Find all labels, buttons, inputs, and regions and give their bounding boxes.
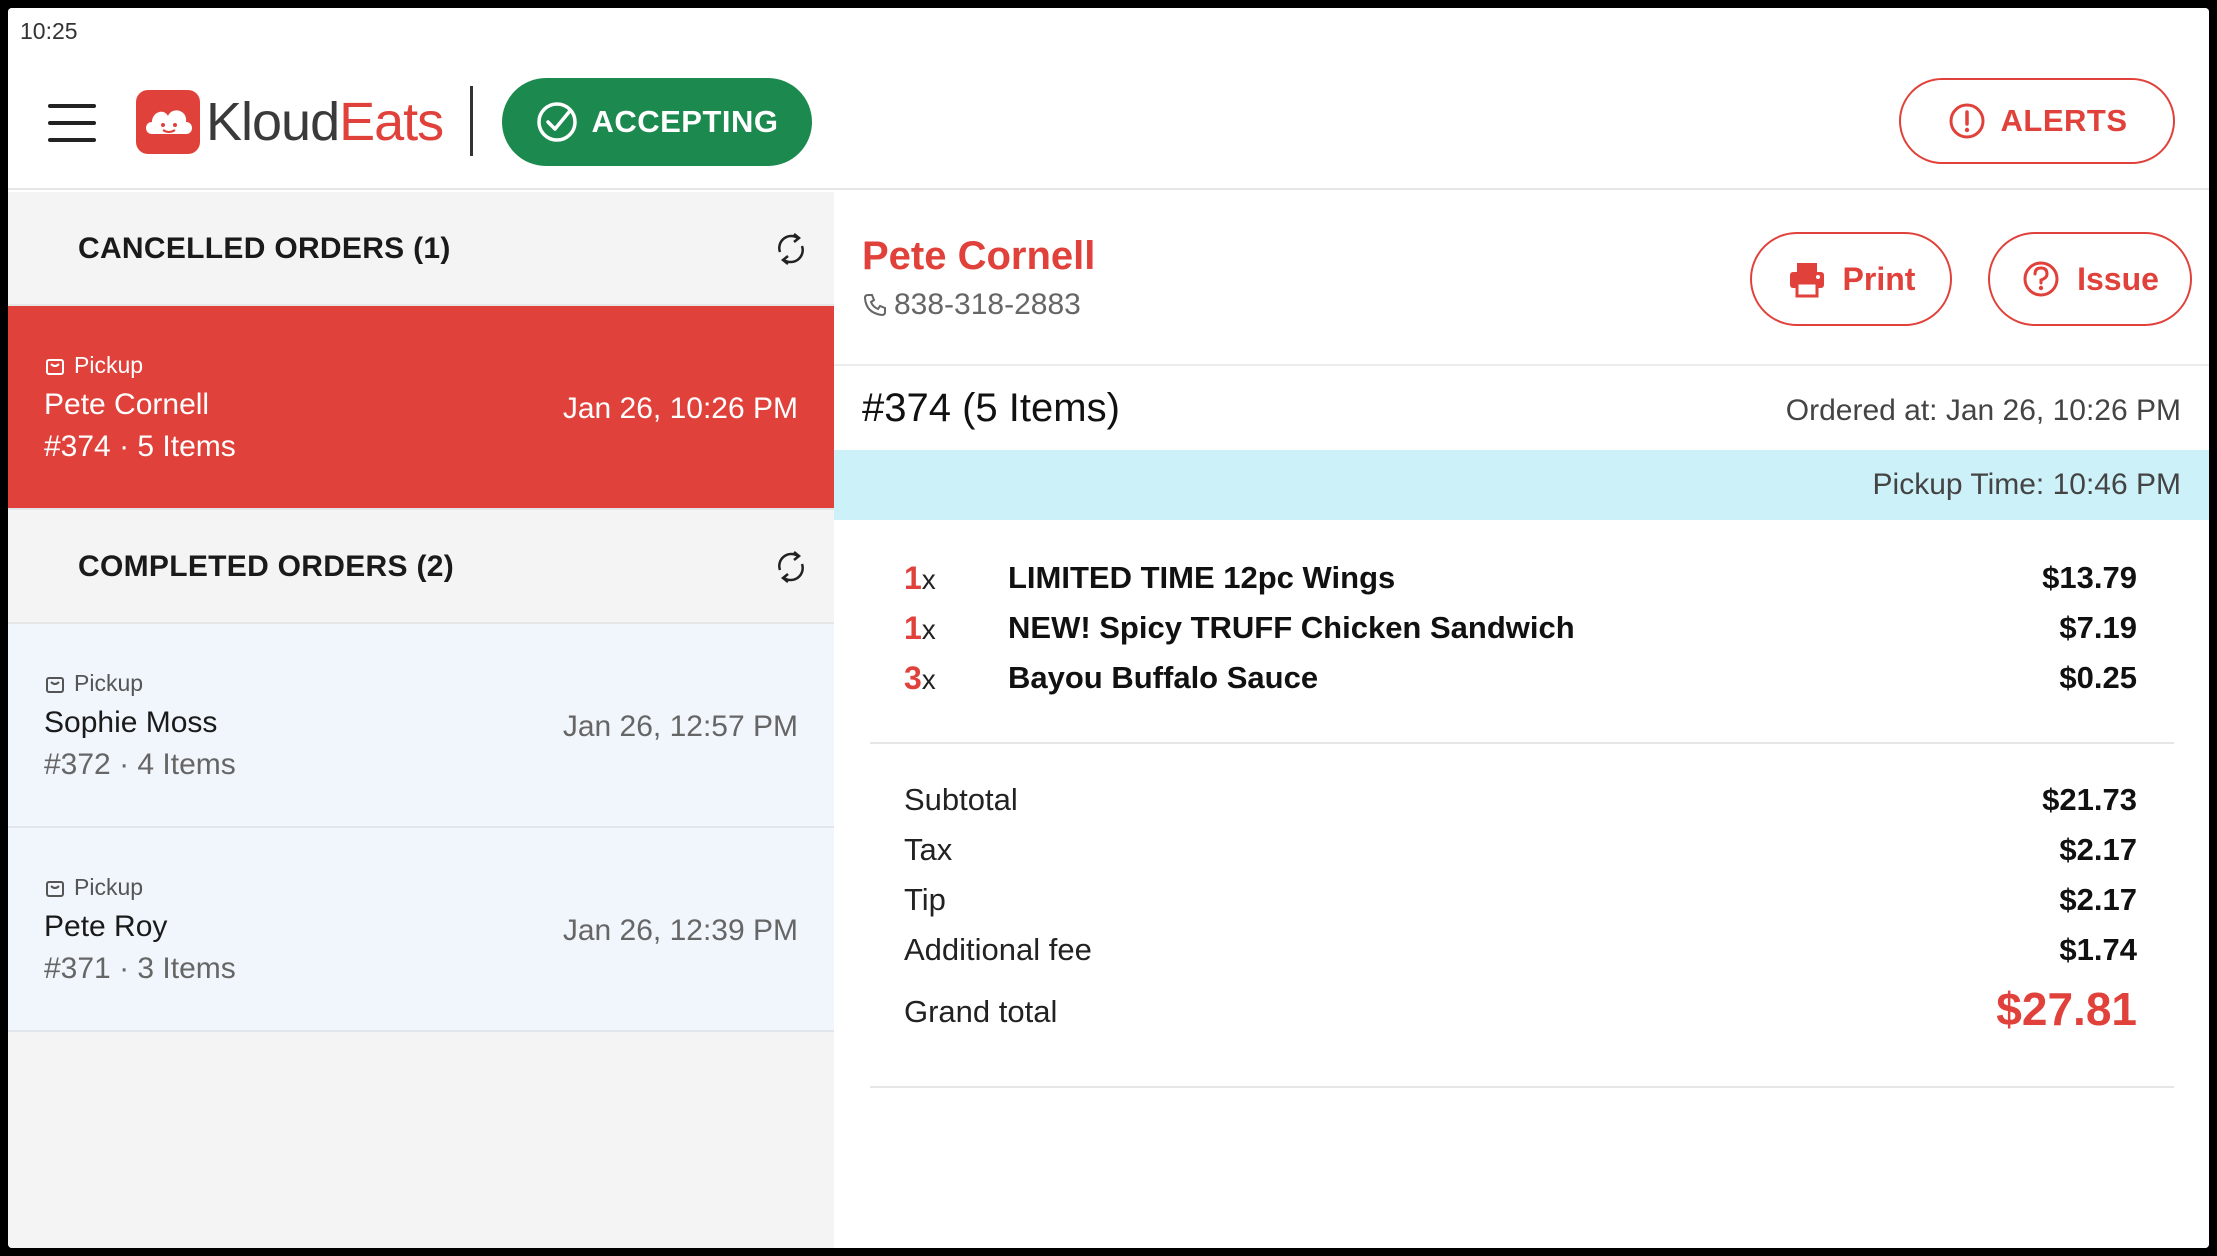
tax-value: $2.17 bbox=[2059, 832, 2137, 867]
kloudeats-logo: KloudEats bbox=[136, 82, 444, 162]
refresh-icon[interactable] bbox=[772, 230, 810, 273]
subtotal-value: $21.73 bbox=[2042, 782, 2137, 817]
order-number: #374 (5 Items) bbox=[862, 386, 1120, 430]
item-price: $13.79 bbox=[2042, 560, 2137, 595]
header-divider bbox=[470, 86, 473, 156]
item-name: LIMITED TIME 12pc Wings bbox=[1008, 560, 1396, 595]
issue-button[interactable]: Issue bbox=[1988, 232, 2192, 326]
order-customer-name: Pete Cornell bbox=[44, 388, 210, 421]
list-item: 1x LIMITED TIME 12pc Wings $13.79 bbox=[834, 560, 2209, 610]
divider bbox=[870, 1086, 2174, 1088]
help-circle-icon bbox=[2021, 259, 2061, 299]
divider bbox=[870, 742, 2174, 744]
status-time: 10:25 bbox=[20, 18, 78, 44]
order-meta: #371 · 3 Items bbox=[44, 952, 236, 985]
phone-icon bbox=[862, 292, 888, 318]
fee-row: Additional fee $1.74 bbox=[904, 932, 2137, 967]
status-bar: 10:25 bbox=[8, 8, 2209, 54]
item-name: NEW! Spicy TRUFF Chicken Sandwich bbox=[1008, 610, 1575, 645]
order-date: Jan 26, 12:57 PM bbox=[562, 710, 798, 743]
tax-row: Tax $2.17 bbox=[904, 832, 2137, 867]
alerts-label: ALERTS bbox=[2000, 103, 2128, 138]
item-quantity: 3x bbox=[904, 660, 936, 696]
item-quantity: 1x bbox=[904, 560, 936, 596]
app-frame: 10:25 KloudEats ACCEPTING ALERTS CANCELL… bbox=[8, 8, 2209, 1248]
order-date: Jan 26, 10:26 PM bbox=[562, 392, 798, 425]
order-items-list: 1x LIMITED TIME 12pc Wings $13.79 1x NEW… bbox=[834, 560, 2209, 710]
print-label: Print bbox=[1842, 260, 1916, 297]
pickup-time-bar: Pickup Time: 10:46 PM bbox=[834, 450, 2209, 520]
completed-orders-header: COMPLETED ORDERS (2) bbox=[8, 510, 834, 624]
order-detail-panel: Pete Cornell 838-318-2883 Print Issue #3… bbox=[834, 192, 2209, 1248]
cancelled-orders-title: CANCELLED ORDERS (1) bbox=[78, 232, 451, 265]
order-type-tag: Pickup bbox=[44, 352, 143, 379]
grand-total-row: Grand total $27.81 bbox=[904, 983, 2137, 1035]
order-meta: #372 · 4 Items bbox=[44, 748, 236, 781]
subtotal-row: Subtotal $21.73 bbox=[904, 782, 2137, 817]
ordered-at: Ordered at: Jan 26, 10:26 PM bbox=[1785, 394, 2181, 427]
bag-icon bbox=[44, 355, 66, 377]
item-price: $7.19 bbox=[2059, 610, 2137, 645]
order-date: Jan 26, 12:39 PM bbox=[562, 914, 798, 947]
list-item: 3x Bayou Buffalo Sauce $0.25 bbox=[834, 660, 2209, 710]
issue-label: Issue bbox=[2077, 260, 2159, 297]
refresh-icon[interactable] bbox=[772, 548, 810, 591]
order-item-completed[interactable]: Pickup Pete Roy #371 · 3 Items Jan 26, 1… bbox=[8, 828, 834, 1032]
menu-icon[interactable] bbox=[48, 104, 96, 142]
alerts-button[interactable]: ALERTS bbox=[1899, 78, 2175, 164]
pickup-time: Pickup Time: 10:46 PM bbox=[1872, 468, 2181, 501]
accepting-toggle-button[interactable]: ACCEPTING bbox=[502, 78, 812, 166]
order-customer-name: Sophie Moss bbox=[44, 706, 218, 739]
top-header: KloudEats ACCEPTING ALERTS bbox=[8, 54, 2209, 190]
cancelled-orders-header: CANCELLED ORDERS (1) bbox=[8, 192, 834, 306]
completed-orders-title: COMPLETED ORDERS (2) bbox=[78, 550, 455, 583]
item-name: Bayou Buffalo Sauce bbox=[1008, 660, 1319, 695]
fee-value: $1.74 bbox=[2059, 932, 2137, 967]
tip-row: Tip $2.17 bbox=[904, 882, 2137, 917]
bag-icon bbox=[44, 673, 66, 695]
order-item-completed[interactable]: Pickup Sophie Moss #372 · 4 Items Jan 26… bbox=[8, 624, 834, 828]
bag-icon bbox=[44, 877, 66, 899]
alert-circle-icon bbox=[1947, 101, 1987, 141]
customer-name: Pete Cornell bbox=[862, 234, 1096, 278]
order-type-tag: Pickup bbox=[44, 874, 143, 901]
check-circle-icon bbox=[535, 100, 579, 144]
order-type-tag: Pickup bbox=[44, 670, 143, 697]
print-button[interactable]: Print bbox=[1750, 232, 1952, 326]
item-quantity: 1x bbox=[904, 610, 936, 646]
order-item-cancelled[interactable]: Pickup Pete Cornell #374 · 5 Items Jan 2… bbox=[8, 306, 834, 510]
accepting-label: ACCEPTING bbox=[591, 104, 779, 139]
tip-value: $2.17 bbox=[2059, 882, 2137, 917]
list-item: 1x NEW! Spicy TRUFF Chicken Sandwich $7.… bbox=[834, 610, 2209, 660]
orders-list-panel: CANCELLED ORDERS (1) Pickup Pete Cornell… bbox=[8, 192, 834, 1248]
printer-icon bbox=[1787, 259, 1827, 299]
order-totals: Subtotal $21.73 Tax $2.17 Tip $2.17 Addi… bbox=[834, 782, 2209, 1052]
logo-cloud-icon bbox=[136, 90, 200, 154]
customer-phone[interactable]: 838-318-2883 bbox=[862, 288, 1081, 322]
order-customer-name: Pete Roy bbox=[44, 910, 168, 943]
grand-total-value: $27.81 bbox=[1996, 983, 2137, 1035]
item-price: $0.25 bbox=[2059, 660, 2137, 695]
order-meta: #374 · 5 Items bbox=[44, 430, 236, 463]
divider bbox=[834, 364, 2209, 366]
logo-text: KloudEats bbox=[206, 92, 444, 152]
